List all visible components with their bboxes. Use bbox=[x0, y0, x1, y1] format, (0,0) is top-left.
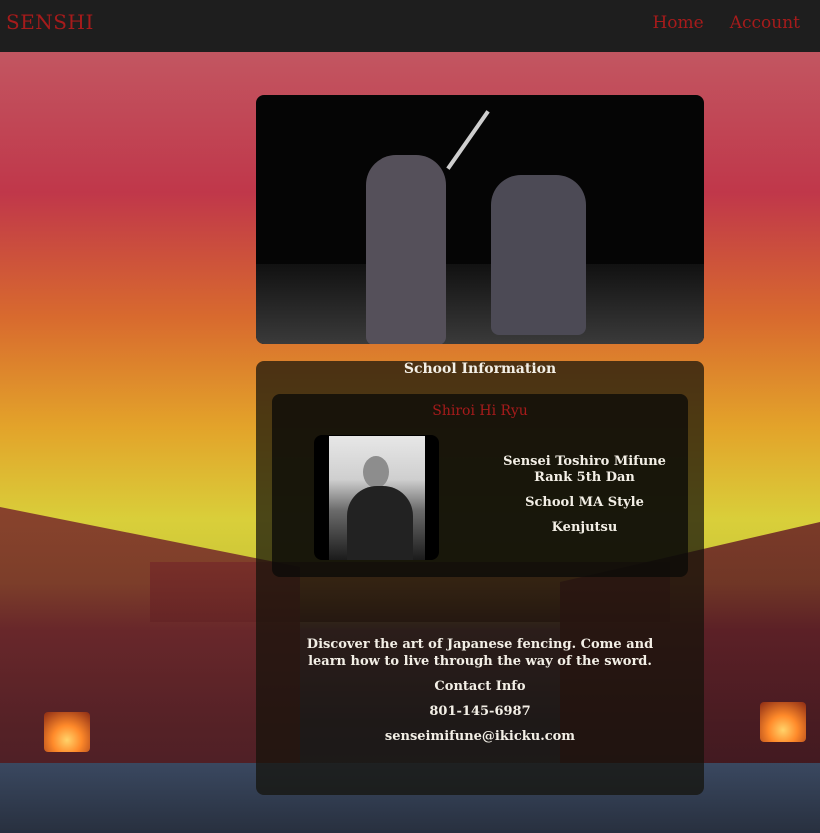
sensei-details: Sensei Toshiro Mifune Rank 5th Dan Schoo… bbox=[482, 454, 687, 536]
stage-floor bbox=[256, 264, 704, 344]
nav-home-link[interactable]: Home bbox=[652, 13, 703, 33]
hero-image bbox=[256, 95, 704, 344]
contact-info-label: Contact Info bbox=[434, 679, 526, 694]
portrait-photo bbox=[329, 436, 425, 560]
fighter-left bbox=[366, 155, 446, 344]
lantern bbox=[760, 702, 806, 742]
school-name: Shiroi Hi Ryu bbox=[432, 403, 528, 419]
sensei-portrait bbox=[314, 435, 439, 560]
sword-icon bbox=[446, 110, 490, 170]
nav-account-link[interactable]: Account bbox=[730, 13, 800, 33]
contact-phone: 801-145-6987 bbox=[429, 704, 531, 719]
fighter-right bbox=[491, 175, 586, 335]
portrait-body bbox=[347, 486, 413, 560]
nav-links: Home Account bbox=[652, 13, 800, 33]
ma-style-label: School MA Style bbox=[525, 495, 644, 510]
school-card: Shiroi Hi Ryu Sensei Toshiro Mifune Rank… bbox=[272, 394, 688, 577]
school-description: Discover the art of Japanese fencing. Co… bbox=[306, 637, 654, 669]
ma-style: Kenjutsu bbox=[551, 520, 618, 535]
brand-logo[interactable]: SENSHI bbox=[6, 10, 94, 34]
navbar: SENSHI Home Account bbox=[0, 0, 820, 52]
sensei-name: Sensei Toshiro Mifune bbox=[503, 454, 666, 469]
section-title: School Information bbox=[403, 361, 557, 377]
portrait-face bbox=[363, 456, 389, 488]
sensei-rank: Rank 5th Dan bbox=[534, 470, 635, 485]
lantern bbox=[44, 712, 90, 752]
contact-email: senseimifune@ikicku.com bbox=[384, 729, 576, 744]
school-info-panel: School Information Shiroi Hi Ryu Sensei … bbox=[256, 361, 704, 795]
